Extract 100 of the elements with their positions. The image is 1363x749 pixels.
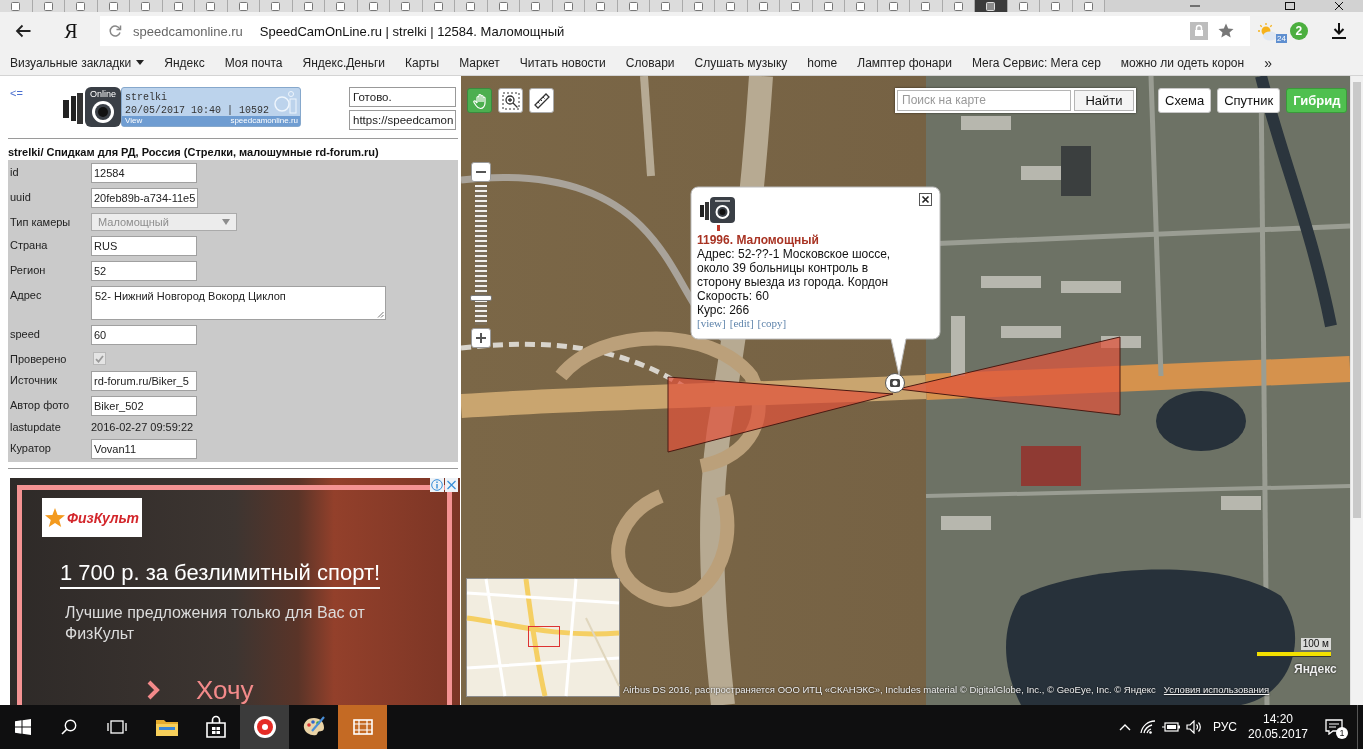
minimize-icon[interactable]: [1190, 2, 1200, 10]
scrollbar-thumb[interactable]: [1353, 82, 1361, 518]
clock-date[interactable]: 20.05.2017: [1247, 727, 1309, 742]
browser-tab[interactable]: [845, 0, 878, 12]
bookmark-link[interactable]: Моя почта: [224, 52, 283, 73]
browser-tab[interactable]: [715, 0, 748, 12]
browser-tab[interactable]: [975, 0, 1008, 12]
zoom-slider-thumb[interactable]: [470, 294, 492, 301]
bookmark-link[interactable]: Маркет: [459, 52, 500, 73]
browser-tab[interactable]: [292, 0, 325, 12]
bookmark-link[interactable]: Словари: [625, 52, 675, 73]
ad-headline[interactable]: 1 700 р. за безлимитный спорт!: [60, 560, 381, 589]
action-center-button[interactable]: 1: [1311, 705, 1357, 749]
camera-marker-icon[interactable]: [885, 373, 905, 393]
text-field[interactable]: RUS: [91, 236, 197, 256]
browser-tab[interactable]: [325, 0, 358, 12]
taskbar-app[interactable]: [240, 705, 289, 749]
text-field[interactable]: 60: [91, 325, 197, 345]
browser-tab[interactable]: [227, 0, 260, 12]
bookmark-link[interactable]: Карты: [405, 52, 440, 73]
browser-tab[interactable]: [585, 0, 618, 12]
back-link[interactable]: <=: [10, 87, 63, 99]
text-field[interactable]: Biker_502: [91, 396, 197, 416]
text-field[interactable]: Vovan11: [91, 439, 197, 459]
text-field[interactable]: rd-forum.ru/Biker_5: [91, 371, 197, 391]
search-button[interactable]: Найти: [1074, 90, 1134, 111]
cta-link[interactable]: Хочу: [147, 676, 254, 704]
bookmark-link[interactable]: Слушать музыку: [694, 52, 788, 73]
popup-link[interactable]: [edit]: [729, 317, 754, 329]
browser-tab[interactable]: [617, 0, 650, 12]
bookmark-link[interactable]: Яндекс.Деньги: [302, 52, 385, 73]
browser-tab[interactable]: [357, 0, 390, 12]
address-bar[interactable]: speedcamonline.ru SpeedCamOnLine.ru | strelki | 12584. Маломощный: [100, 16, 1250, 46]
popup-link[interactable]: [view]: [697, 317, 726, 329]
home-logo-button[interactable]: Я: [46, 16, 96, 46]
close-icon[interactable]: [919, 193, 932, 206]
browser-tab[interactable]: [1072, 0, 1105, 12]
bookmark-menu[interactable]: Визуальные закладки: [10, 52, 145, 73]
browser-tab[interactable]: [32, 0, 65, 12]
browser-tab[interactable]: [520, 0, 553, 12]
browser-tab[interactable]: [942, 0, 975, 12]
browser-tab[interactable]: [130, 0, 163, 12]
browser-tab[interactable]: [747, 0, 780, 12]
browser-tab[interactable]: [682, 0, 715, 12]
info-icon[interactable]: [430, 478, 444, 492]
scrollbar[interactable]: [1350, 76, 1363, 705]
browser-tab[interactable]: [195, 0, 228, 12]
bookmark-link[interactable]: Читать новости: [519, 52, 606, 73]
language-indicator[interactable]: РУС: [1205, 705, 1245, 749]
browser-tab[interactable]: [812, 0, 845, 12]
bookmark-link[interactable]: home: [807, 52, 838, 73]
bookmark-link[interactable]: Яндекс: [164, 52, 205, 73]
zoom-in-button[interactable]: [471, 328, 491, 348]
browser-tab[interactable]: [487, 0, 520, 12]
plus-icon: [476, 333, 486, 343]
bookmark-link[interactable]: можно ли одеть корон: [1120, 52, 1245, 73]
more-bookmarks-button[interactable]: »: [1264, 52, 1272, 73]
text-field[interactable]: 20feb89b-a734-11e5: [91, 188, 199, 208]
browser-tab[interactable]: [260, 0, 293, 12]
browser-tab[interactable]: [780, 0, 813, 12]
text-field[interactable]: 52: [91, 261, 197, 281]
map-type-tab[interactable]: Спутник: [1217, 88, 1281, 113]
map-tool-button[interactable]: [498, 88, 523, 113]
bookmark-link[interactable]: Мега Сервис: Мега сер: [971, 52, 1101, 73]
text-area[interactable]: 52- Нижний Новгород Вокорд Циклоп: [91, 286, 386, 320]
browser-tab[interactable]: [552, 0, 585, 12]
info-banner[interactable]: strelki 20/05/2017 10:40 | 10592 View speedcamonline.ru: [121, 87, 301, 127]
browser-tab[interactable]: [1040, 0, 1073, 12]
field-label: Страна: [10, 238, 48, 252]
browser-tab[interactable]: [455, 0, 488, 12]
browser-tab[interactable]: [422, 0, 455, 12]
status-field[interactable]: https://speedcamon: [349, 110, 456, 130]
text-field[interactable]: 12584: [91, 163, 197, 183]
bookmark-link[interactable]: Ламптер фонари: [857, 52, 952, 73]
browser-tab[interactable]: [0, 0, 33, 12]
map-tool-button[interactable]: [529, 88, 554, 113]
page-icon: [563, 1, 573, 11]
maximize-icon[interactable]: [1285, 2, 1295, 10]
clock-time[interactable]: 14:20: [1263, 712, 1293, 727]
map-type-tab[interactable]: Схема: [1158, 88, 1212, 113]
status-field[interactable]: Готово.: [349, 87, 456, 107]
zoom-out-button[interactable]: [471, 162, 491, 182]
minimap[interactable]: [466, 578, 620, 697]
browser-tab[interactable]: [910, 0, 943, 12]
browser-tab[interactable]: [390, 0, 423, 12]
reload-icon[interactable]: [108, 24, 122, 38]
ad-banner[interactable]: ФизКульт 1 700 р. за безлимитный спорт! Лучшие предложения только для Вас от ФизКульт Хочу: [10, 478, 460, 705]
terms-link[interactable]: Условия использования: [1163, 684, 1270, 696]
download-icon[interactable]: [1332, 23, 1346, 39]
star-icon[interactable]: [1218, 23, 1234, 39]
close-icon[interactable]: [1334, 2, 1344, 10]
brand-logo[interactable]: ФизКульт: [42, 498, 142, 537]
browser-tab[interactable]: [97, 0, 130, 12]
popup-link[interactable]: [copy]: [757, 317, 787, 329]
browser-tab[interactable]: [162, 0, 195, 12]
browser-tab[interactable]: [877, 0, 910, 12]
browser-tab[interactable]: [1007, 0, 1040, 12]
browser-tab[interactable]: [65, 0, 98, 12]
browser-tab[interactable]: [650, 0, 683, 12]
viewport-rectangle[interactable]: [528, 626, 560, 647]
